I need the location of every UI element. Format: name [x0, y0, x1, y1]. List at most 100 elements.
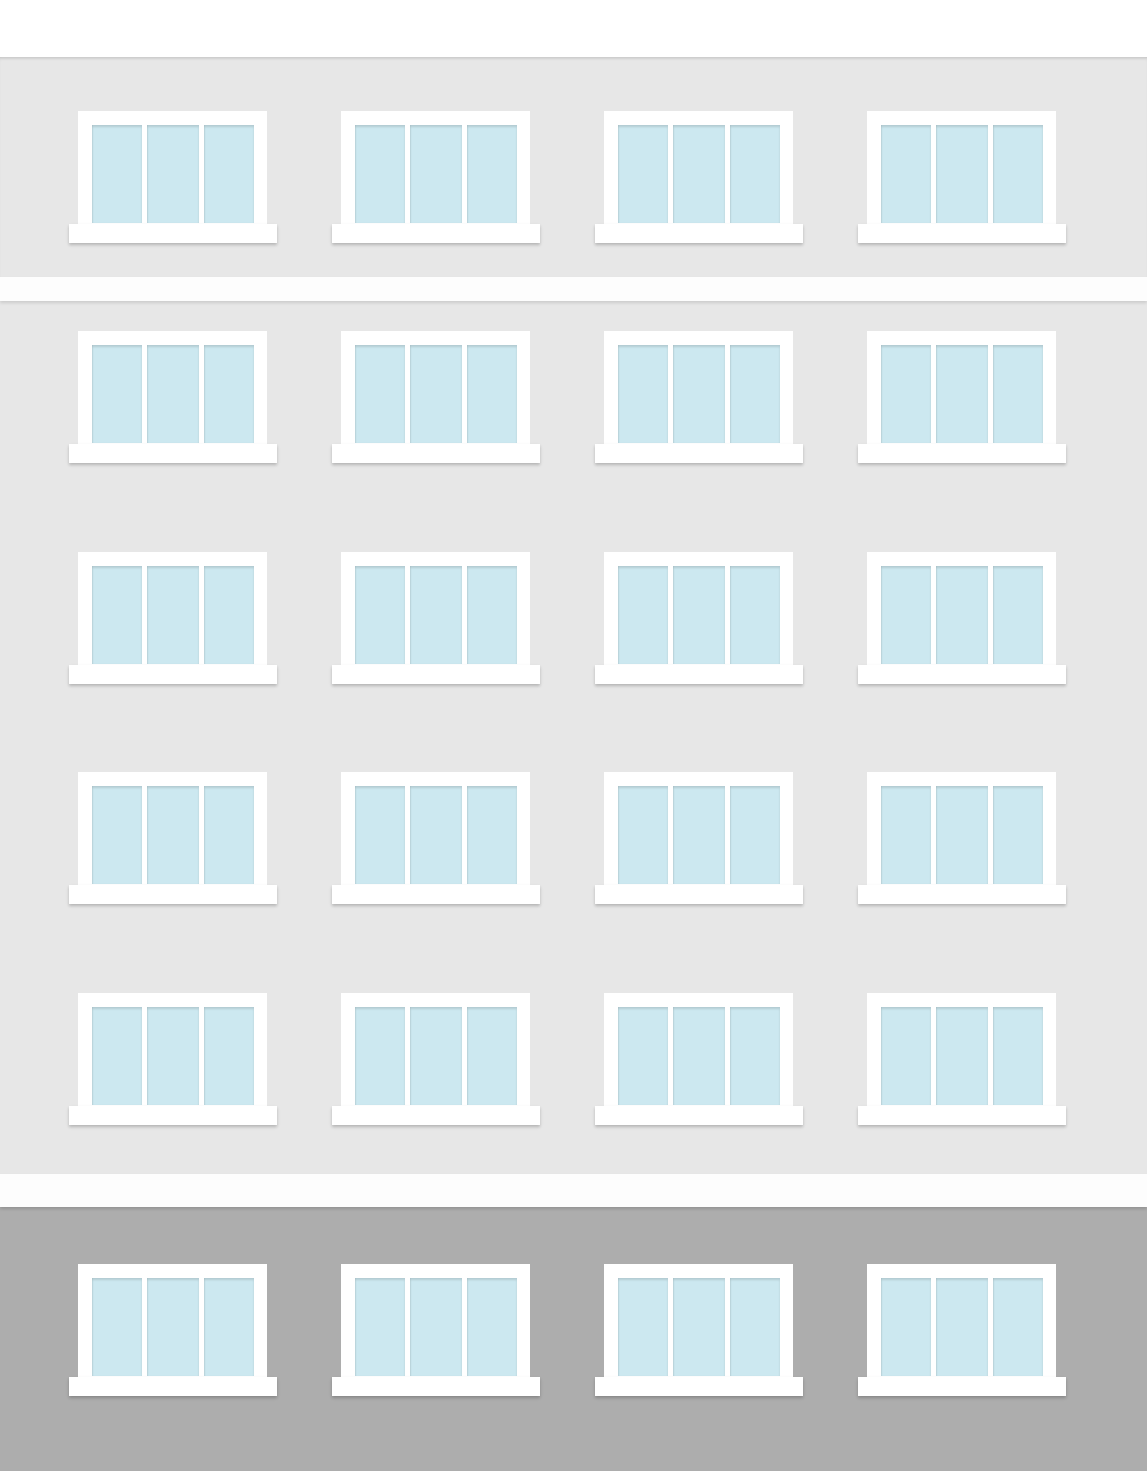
window: [69, 1264, 277, 1398]
window-frame: [604, 772, 793, 888]
window: [69, 111, 277, 245]
window-pane: [410, 1007, 462, 1105]
window-pane: [993, 345, 1043, 443]
window-pane: [355, 1007, 405, 1105]
window-pane: [881, 125, 931, 223]
window-pane: [355, 566, 405, 664]
window-frame: [604, 331, 793, 447]
window-pane: [204, 786, 254, 884]
window: [595, 993, 803, 1127]
window-sill: [595, 885, 803, 904]
window-sill: [69, 444, 277, 463]
window-pane: [730, 1007, 780, 1105]
lower-ledge: [0, 1174, 1147, 1207]
window: [69, 552, 277, 686]
window: [69, 331, 277, 465]
window-pane: [936, 566, 988, 664]
window-frame: [341, 331, 530, 447]
window-frame: [78, 552, 267, 668]
window: [595, 552, 803, 686]
window: [858, 331, 1066, 465]
window-sill: [858, 885, 1066, 904]
window-sill: [858, 444, 1066, 463]
window-pane: [993, 125, 1043, 223]
window: [595, 331, 803, 465]
window-pane: [618, 786, 668, 884]
window-frame: [341, 993, 530, 1109]
window-pane: [355, 345, 405, 443]
window-pane: [467, 786, 517, 884]
window-sill: [595, 665, 803, 684]
window-pane: [204, 125, 254, 223]
window-sill: [332, 444, 540, 463]
window-pane: [673, 125, 725, 223]
window-pane: [92, 345, 142, 443]
window: [69, 772, 277, 906]
window: [332, 111, 540, 245]
window-frame: [78, 772, 267, 888]
window-pane: [993, 786, 1043, 884]
window-pane: [730, 786, 780, 884]
window-frame: [78, 993, 267, 1109]
window-pane: [410, 786, 462, 884]
window-sill: [595, 1106, 803, 1125]
window-pane: [673, 566, 725, 664]
window-frame: [341, 552, 530, 668]
window-pane: [204, 1007, 254, 1105]
window: [858, 1264, 1066, 1398]
window-frame: [604, 552, 793, 668]
window-pane: [147, 345, 199, 443]
window: [858, 772, 1066, 906]
window-frame: [78, 1264, 267, 1380]
window-pane: [618, 1007, 668, 1105]
window-pane: [881, 566, 931, 664]
window-pane: [204, 345, 254, 443]
window-frame: [341, 1264, 530, 1380]
window-pane: [993, 566, 1043, 664]
window-pane: [147, 125, 199, 223]
window-pane: [92, 566, 142, 664]
window: [332, 1264, 540, 1398]
window-pane: [936, 125, 988, 223]
window: [69, 993, 277, 1127]
window-frame: [78, 331, 267, 447]
window-pane: [147, 566, 199, 664]
window: [595, 1264, 803, 1398]
window-pane: [730, 566, 780, 664]
window-pane: [92, 125, 142, 223]
window-sill: [332, 1106, 540, 1125]
window-pane: [993, 1278, 1043, 1376]
window-pane: [147, 786, 199, 884]
window-pane: [467, 1278, 517, 1376]
window-sill: [858, 224, 1066, 243]
window-pane: [993, 1007, 1043, 1105]
window-frame: [867, 111, 1056, 227]
window-pane: [936, 345, 988, 443]
window-pane: [673, 345, 725, 443]
window: [595, 772, 803, 906]
window-pane: [147, 1278, 199, 1376]
window-frame: [867, 772, 1056, 888]
window-pane: [618, 566, 668, 664]
window-pane: [881, 1007, 931, 1105]
window-sill: [69, 1377, 277, 1396]
window-pane: [618, 125, 668, 223]
window-pane: [936, 786, 988, 884]
window-pane: [673, 1007, 725, 1105]
window-pane: [467, 1007, 517, 1105]
window-pane: [730, 1278, 780, 1376]
window-pane: [410, 566, 462, 664]
window-pane: [467, 566, 517, 664]
window-pane: [355, 786, 405, 884]
roof-strip: [0, 0, 1147, 57]
window-sill: [69, 885, 277, 904]
window: [858, 552, 1066, 686]
window: [858, 111, 1066, 245]
window-frame: [867, 331, 1056, 447]
window-pane: [673, 786, 725, 884]
window-pane: [410, 345, 462, 443]
window-sill: [69, 1106, 277, 1125]
window-frame: [867, 993, 1056, 1109]
window-sill: [332, 224, 540, 243]
window-frame: [867, 1264, 1056, 1380]
